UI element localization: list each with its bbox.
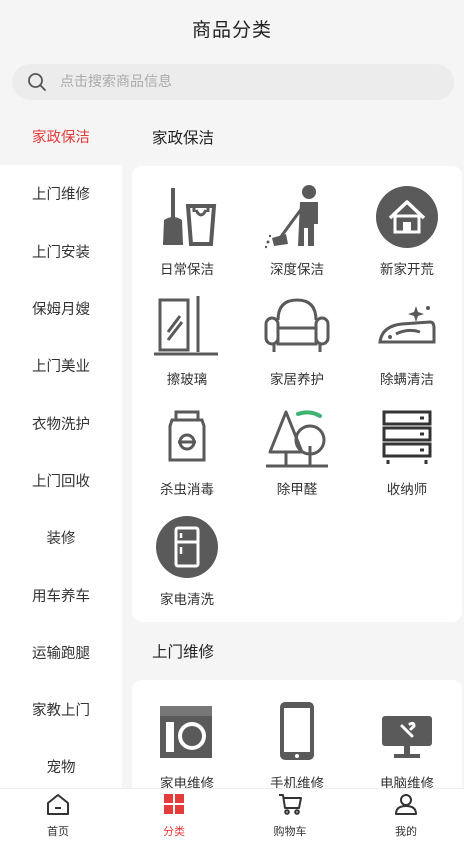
tab-label: 我的 (395, 824, 417, 838)
service-item-move-in-cleaning[interactable]: 新家开荒 (352, 172, 462, 282)
service-item-label: 电脑维修 (380, 776, 434, 788)
service-grid: 日常保洁 深度保洁 新家开荒 擦玻璃 家居养护 除螨清洁 杀虫消毒 除甲醛 收纳… (132, 166, 462, 622)
sidebar-item-label: 宠物 (46, 760, 76, 777)
service-item-computer-repair[interactable]: 电脑维修 (352, 686, 462, 788)
sidebar-item-installation[interactable]: 上门安装 (0, 222, 122, 280)
category-grid-icon (162, 792, 186, 820)
service-item-appliance-repair[interactable]: 家电维修 (132, 686, 242, 788)
sidebar-item-home-repair[interactable]: 上门维修 (0, 165, 122, 223)
service-item-label: 家电清洗 (160, 592, 214, 608)
sidebar-item-housekeeping[interactable]: 家政保洁 (0, 108, 122, 166)
window-glass-icon (152, 292, 222, 362)
service-item-organizer[interactable]: 收纳师 (352, 392, 462, 502)
broom-bucket-icon (152, 182, 222, 252)
drawers-icon (372, 402, 442, 472)
iron-sparkle-icon (372, 292, 442, 362)
sidebar-item-label: 装修 (46, 531, 76, 548)
service-item-daily-cleaning[interactable]: 日常保洁 (132, 172, 242, 282)
sidebar-item-label: 用车养车 (32, 588, 90, 605)
service-item-label: 新家开荒 (380, 262, 434, 278)
service-item-furniture-care[interactable]: 家居养护 (242, 282, 352, 392)
service-item-label: 除螨清洁 (380, 372, 434, 388)
fridge-circle-icon (152, 512, 222, 582)
tab-me[interactable]: 我的 (348, 789, 464, 841)
sidebar-item-label: 保姆月嫂 (32, 302, 90, 319)
search-input[interactable] (60, 74, 420, 90)
category-content: 家政保洁 日常保洁 深度保洁 新家开荒 擦玻璃 家居养护 除螨清洁 杀虫消毒 除… (122, 108, 464, 788)
person-sweeping-icon (262, 182, 332, 252)
service-item-label: 除甲醛 (276, 482, 318, 498)
washing-machine-icon (152, 696, 222, 766)
search-icon (26, 71, 48, 93)
service-item-label: 手机维修 (270, 776, 324, 788)
search-bar-wrap (0, 56, 464, 108)
sidebar-item-car-care[interactable]: 用车养车 (0, 566, 122, 624)
service-item-label: 家居养护 (270, 372, 324, 388)
service-item-deep-cleaning[interactable]: 深度保洁 (242, 172, 352, 282)
sidebar-item-label: 家教上门 (32, 703, 90, 720)
sidebar-item-laundry[interactable]: 衣物洗护 (0, 394, 122, 452)
service-item-label: 擦玻璃 (166, 372, 208, 388)
service-item-label: 日常保洁 (160, 262, 214, 278)
bottom-tab-bar: 首页 分类 购物车 我的 (0, 788, 464, 841)
search-bar[interactable] (12, 64, 454, 100)
sofa-icon (262, 292, 332, 362)
category-sidebar: 家政保洁 上门维修 上门安装 保姆月嫂 上门美业 衣物洗护 上门回收 装修 用车… (0, 108, 122, 788)
service-item-pest-control[interactable]: 杀虫消毒 (132, 392, 242, 502)
sidebar-item-pets[interactable]: 宠物 (0, 738, 122, 788)
section-title: 家政保洁 (122, 108, 464, 166)
sidebar-item-tutoring[interactable]: 家教上门 (0, 680, 122, 739)
service-item-window-cleaning[interactable]: 擦玻璃 (132, 282, 242, 392)
section-title-text: 上门维修 (152, 643, 215, 661)
computer-wrench-icon (372, 696, 442, 766)
section-title-text: 家政保洁 (152, 129, 215, 147)
tab-label: 首页 (47, 824, 69, 838)
tab-label: 购物车 (273, 824, 307, 838)
service-item-label: 家电维修 (160, 776, 214, 788)
sidebar-item-label: 衣物洗护 (32, 416, 90, 433)
sidebar-item-label: 上门回收 (32, 473, 90, 490)
sidebar-item-label: 家政保洁 (32, 130, 90, 147)
service-item-formaldehyde-removal[interactable]: 除甲醛 (242, 392, 352, 502)
page-header: 商品分类 (0, 0, 464, 56)
user-icon (393, 792, 419, 820)
service-grid: 家电维修 手机维修 电脑维修 (132, 680, 462, 788)
disinfectant-jar-icon (152, 402, 222, 472)
sidebar-item-label: 上门美业 (32, 359, 90, 376)
sidebar-item-label: 运输跑腿 (32, 645, 90, 662)
sidebar-item-nanny[interactable]: 保姆月嫂 (0, 279, 122, 338)
service-item-appliance-cleaning[interactable]: 家电清洗 (132, 502, 242, 612)
service-item-mite-removal[interactable]: 除螨清洁 (352, 282, 462, 392)
service-item-label: 深度保洁 (270, 262, 324, 278)
home-icon (45, 792, 71, 820)
house-circle-icon (372, 182, 442, 252)
sidebar-item-label: 上门维修 (32, 187, 90, 204)
tab-label: 分类 (163, 824, 185, 838)
page-title: 商品分类 (191, 18, 272, 41)
service-item-phone-repair[interactable]: 手机维修 (242, 686, 352, 788)
tab-category[interactable]: 分类 (116, 789, 232, 841)
trees-icon (262, 402, 332, 472)
section-title: 上门维修 (122, 622, 464, 680)
sidebar-item-delivery[interactable]: 运输跑腿 (0, 623, 122, 681)
sidebar-item-recycling[interactable]: 上门回收 (0, 451, 122, 510)
service-item-label: 收纳师 (386, 482, 428, 498)
cart-icon (277, 792, 303, 820)
sidebar-item-beauty[interactable]: 上门美业 (0, 337, 122, 395)
service-item-label: 杀虫消毒 (160, 482, 214, 498)
tab-cart[interactable]: 购物车 (232, 789, 348, 841)
tab-home[interactable]: 首页 (0, 789, 116, 841)
phone-icon (262, 696, 332, 766)
sidebar-item-renovation[interactable]: 装修 (0, 509, 122, 567)
sidebar-item-label: 上门安装 (32, 244, 90, 261)
